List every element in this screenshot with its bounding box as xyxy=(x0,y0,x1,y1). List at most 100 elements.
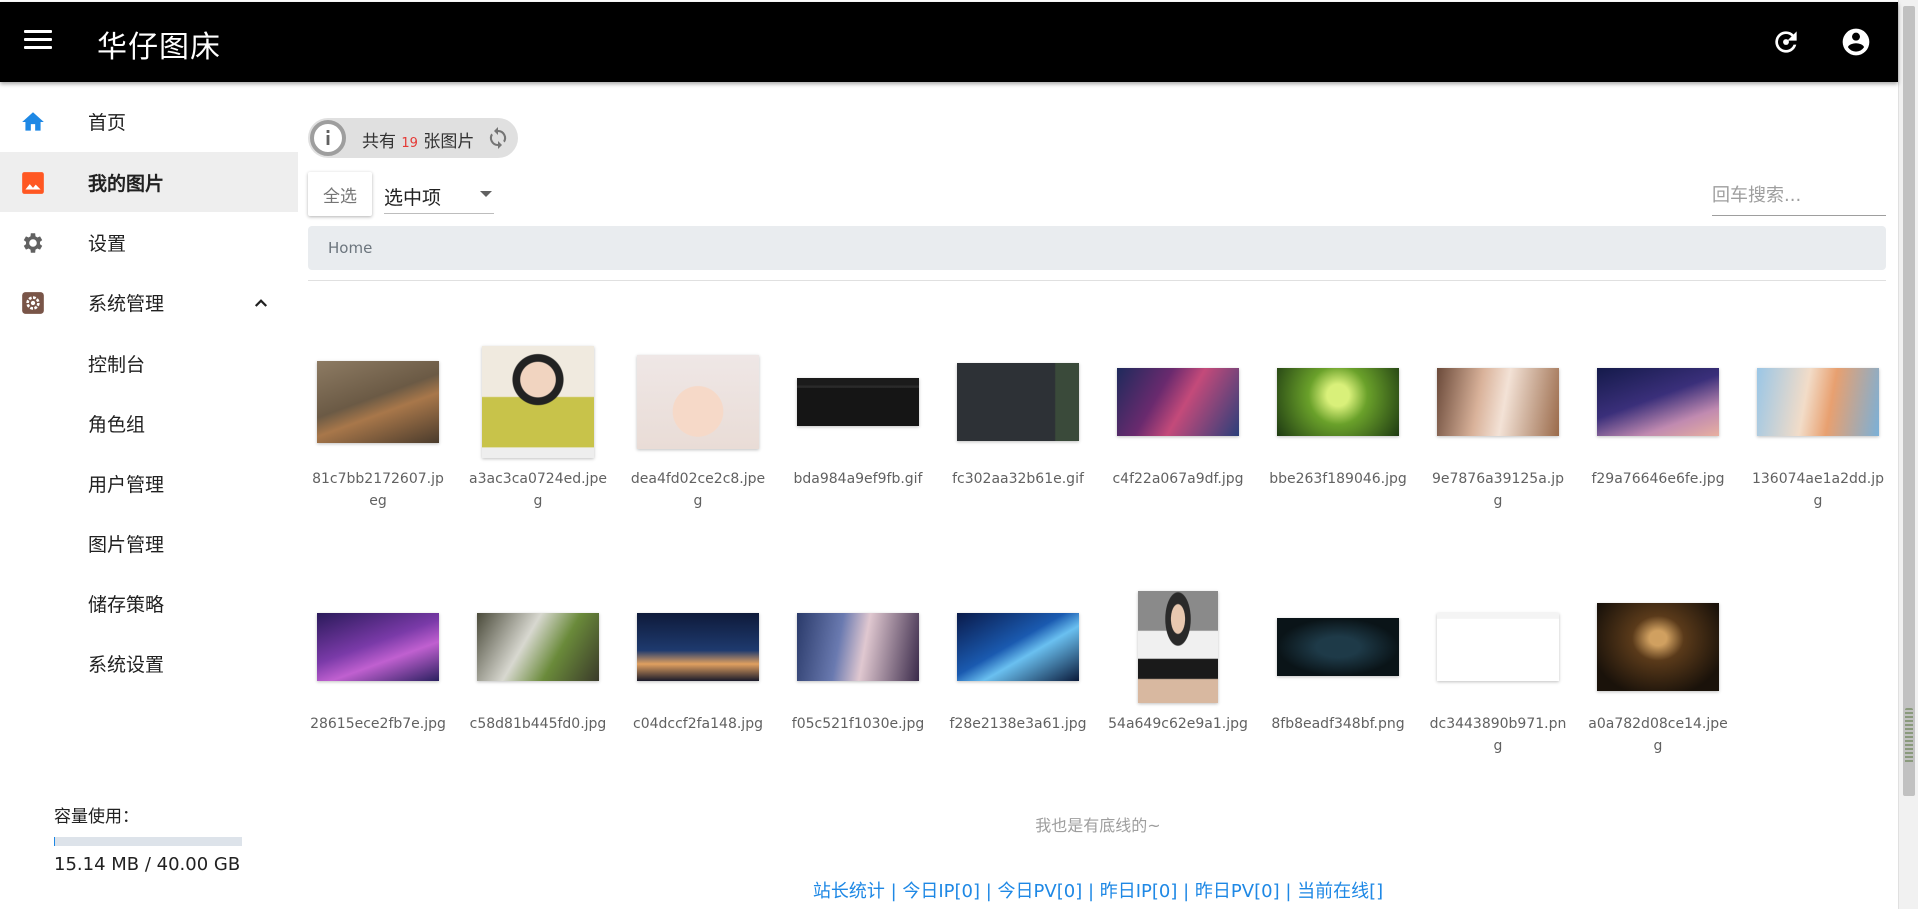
image-tile[interactable]: dea4fd02ce2c8.jpeg xyxy=(628,342,768,512)
stats-separator: | xyxy=(980,881,998,902)
image-tile[interactable]: 28615ece2fb7e.jpg xyxy=(308,587,448,757)
end-of-list-note: 我也是有底线的~ xyxy=(1035,816,1161,835)
sidebar-subitem-images[interactable]: 图片管理 xyxy=(0,512,298,572)
stats-yesterday-pv: 昨日PV[0] xyxy=(1194,881,1280,902)
selection-dropdown[interactable]: 选中项 xyxy=(384,174,494,214)
stats-separator: | xyxy=(1082,881,1100,902)
image-filename: c58d81b445fd0.jpg xyxy=(469,716,607,732)
search-input[interactable] xyxy=(1712,176,1886,216)
image-tile[interactable]: bbe263f189046.jpg xyxy=(1268,342,1408,512)
stats-online: 当前在线[] xyxy=(1297,881,1384,902)
image-filename: 8fb8eadf348bf.png xyxy=(1271,716,1405,732)
image-filename: bda984a9ef9fb.gif xyxy=(793,471,923,487)
image-filename: dea4fd02ce2c8.jpeg xyxy=(630,471,766,509)
image-tile[interactable]: c04dccf2fa148.jpg xyxy=(628,587,768,757)
image-tile[interactable]: 8fb8eadf348bf.png xyxy=(1268,587,1408,757)
storage-progress-bar xyxy=(54,837,242,846)
image-thumbnail xyxy=(797,613,919,681)
image-thumbnail xyxy=(317,361,439,443)
image-count-text: 共有 19 张图片 xyxy=(362,127,474,152)
image-thumbnail xyxy=(1597,603,1719,691)
image-filename: 9e7876a39125a.jpg xyxy=(1431,471,1565,509)
refresh-icon[interactable] xyxy=(1770,26,1802,58)
sidebar-item-label: 设置 xyxy=(88,232,127,255)
image-thumbnail xyxy=(957,613,1079,681)
scrollbar-thumb[interactable] xyxy=(1903,6,1915,796)
sidebar: 首页 我的图片 设置 系统管理 控制台 角色组 用户管理 图片管理 储存策略 系… xyxy=(0,82,298,909)
sidebar-subitem-label: 用户管理 xyxy=(88,474,165,496)
stats-today-pv: 今日PV[0] xyxy=(997,881,1083,902)
image-tile[interactable]: 136074ae1a2dd.jpg xyxy=(1748,342,1888,512)
image-filename: 81c7bb2172607.jpeg xyxy=(312,471,444,509)
stats-separator: | xyxy=(1177,881,1195,902)
sidebar-item-my-images[interactable]: 我的图片 xyxy=(0,152,298,212)
breadcrumb: Home xyxy=(308,226,1886,270)
image-tile[interactable]: bda984a9ef9fb.gif xyxy=(788,342,928,512)
sidebar-subitem-label: 图片管理 xyxy=(88,534,165,556)
stats-yesterday-ip: 昨日IP[0] xyxy=(1099,881,1178,902)
site-stats: 站长统计 | 今日IP[0] | 今日PV[0] | 昨日IP[0] | 昨日P… xyxy=(298,877,1898,903)
image-thumbnail xyxy=(1597,368,1719,436)
sidebar-item-settings[interactable]: 设置 xyxy=(0,212,298,272)
storage-label: 容量使用： xyxy=(54,807,139,827)
image-thumbnail xyxy=(477,613,599,681)
sync-icon[interactable] xyxy=(486,126,510,150)
image-thumbnail xyxy=(1117,368,1239,436)
select-all-button[interactable]: 全选 xyxy=(308,172,372,216)
image-tile[interactable]: fc302aa32b61e.gif xyxy=(948,342,1088,512)
image-tile[interactable]: f28e2138e3a61.jpg xyxy=(948,587,1088,757)
home-icon xyxy=(20,109,46,135)
image-tile[interactable]: c58d81b445fd0.jpg xyxy=(468,587,608,757)
stats-separator: | xyxy=(884,881,903,902)
sidebar-subitem-label: 储存策略 xyxy=(88,594,165,616)
image-icon xyxy=(20,170,46,196)
sidebar-item-home[interactable]: 首页 xyxy=(0,91,298,151)
image-tile[interactable]: a0a782d08ce14.jpeg xyxy=(1588,587,1728,757)
count-suffix: 张图片 xyxy=(423,132,475,152)
image-tile[interactable]: dc3443890b971.png xyxy=(1428,587,1568,757)
count-prefix: 共有 xyxy=(362,132,396,152)
storage-progress-fill xyxy=(54,837,55,846)
image-filename: 54a649c62e9a1.jpg xyxy=(1108,716,1248,732)
image-tile[interactable]: f29a76646e6fe.jpg xyxy=(1588,342,1728,512)
account-circle-icon[interactable] xyxy=(1840,26,1872,58)
image-thumbnail xyxy=(1437,613,1559,681)
stats-link[interactable]: 站长统计 xyxy=(813,881,885,902)
scrollbar[interactable] xyxy=(1898,0,1918,909)
image-filename: a3ac3ca0724ed.jpeg xyxy=(469,471,607,509)
app-title: 华仔图床 xyxy=(97,30,221,65)
sidebar-item-label: 我的图片 xyxy=(88,172,165,195)
image-filename: f05c521f1030e.jpg xyxy=(791,716,925,732)
image-tile[interactable]: f05c521f1030e.jpg xyxy=(788,587,928,757)
sidebar-item-system-admin[interactable]: 系统管理 xyxy=(0,272,298,332)
image-count-chip: 共有 19 张图片 xyxy=(308,118,518,158)
image-count: 19 xyxy=(401,136,418,151)
image-tile[interactable]: a3ac3ca0724ed.jpeg xyxy=(468,342,608,512)
image-tile[interactable]: 54a649c62e9a1.jpg xyxy=(1108,587,1248,757)
admin-gear-icon xyxy=(20,290,46,316)
scrollbar-grip xyxy=(1905,708,1913,764)
menu-icon[interactable] xyxy=(24,30,52,54)
sidebar-subitem-users[interactable]: 用户管理 xyxy=(0,452,298,512)
breadcrumb-home[interactable]: Home xyxy=(328,239,372,257)
sidebar-item-label: 首页 xyxy=(88,111,127,134)
sidebar-subitem-storage[interactable]: 储存策略 xyxy=(0,572,298,632)
image-filename: f28e2138e3a61.jpg xyxy=(949,716,1087,732)
image-thumbnail xyxy=(637,355,759,449)
sidebar-subitem-roles[interactable]: 角色组 xyxy=(0,392,298,452)
image-thumbnail xyxy=(957,363,1079,441)
image-tile[interactable]: c4f22a067a9df.jpg xyxy=(1108,342,1248,512)
sidebar-subitem-system-settings[interactable]: 系统设置 xyxy=(0,632,298,692)
image-filename: c4f22a067a9df.jpg xyxy=(1112,471,1244,487)
sidebar-subitem-label: 控制台 xyxy=(88,354,146,376)
storage-usage: 容量使用： 15.14 MB / 40.00 GB xyxy=(54,802,254,875)
info-icon xyxy=(310,120,346,156)
chevron-up-icon[interactable] xyxy=(252,294,270,312)
image-filename: bbe263f189046.jpg xyxy=(1269,471,1407,487)
image-tile[interactable]: 9e7876a39125a.jpg xyxy=(1428,342,1568,512)
image-filename: 136074ae1a2dd.jpg xyxy=(1751,471,1885,509)
app-bar: 华仔图床 xyxy=(0,2,1898,82)
stats-separator: | xyxy=(1279,881,1298,902)
sidebar-subitem-console[interactable]: 控制台 xyxy=(0,332,298,392)
image-tile[interactable]: 81c7bb2172607.jpeg xyxy=(308,342,448,512)
